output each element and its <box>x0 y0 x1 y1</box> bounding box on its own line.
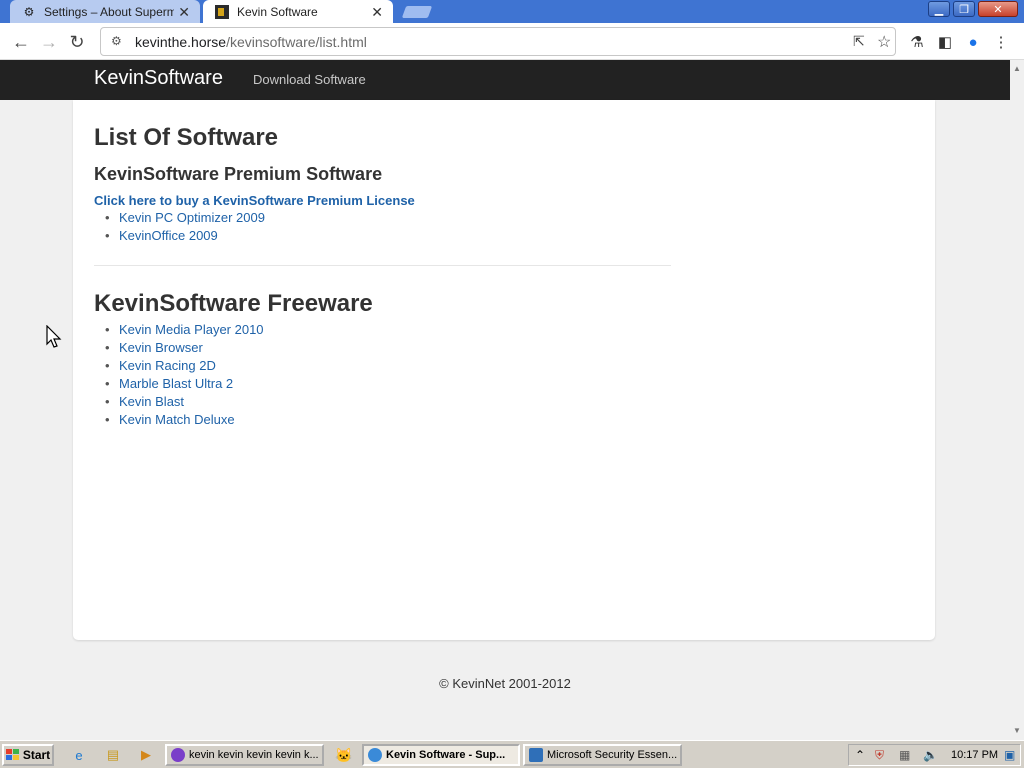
page-viewport: KevinSoftware Download Software List Of … <box>0 60 1024 740</box>
bullet: • <box>105 394 110 409</box>
site-info-icon[interactable]: ⚙ <box>111 34 122 48</box>
close-icon[interactable]: ✕ <box>178 4 190 21</box>
browser-toolbar: ← → ↻ ⚙ kevinthe.horse/kevinsoftware/lis… <box>0 23 1024 60</box>
url-path: /kevinsoftware/list.html <box>226 34 367 50</box>
tab-title: Kevin Software <box>237 4 318 19</box>
scroll-down-icon[interactable]: ▼ <box>1013 726 1021 735</box>
address-bar[interactable]: ⚙ kevinthe.horse/kevinsoftware/list.html… <box>100 27 896 56</box>
bullet: • <box>105 322 110 337</box>
list-item: • Kevin Match Deluxe <box>105 412 264 430</box>
software-link[interactable]: Marble Blast Ultra 2 <box>119 376 233 391</box>
url-text[interactable]: kevinthe.horse/kevinsoftware/list.html <box>135 34 367 50</box>
desktop-icon[interactable]: ▣ <box>1004 748 1015 762</box>
footer: © KevinNet 2001-2012 <box>439 676 571 691</box>
software-link[interactable]: Kevin Match Deluxe <box>119 412 235 427</box>
start-button[interactable]: Start <box>2 744 54 766</box>
gear-icon: ⚙ <box>23 4 35 19</box>
software-link[interactable]: Kevin Browser <box>119 340 203 355</box>
browser-icon <box>171 748 185 762</box>
freeware-heading: KevinSoftware Freeware <box>94 290 373 317</box>
close-icon[interactable]: ✕ <box>371 4 383 21</box>
back-arrow-icon[interactable]: ← <box>10 31 32 53</box>
list-item: • Kevin Browser <box>105 340 264 358</box>
minimize-button[interactable]: ▁ <box>928 1 950 17</box>
task-label: kevin kevin kevin kevin k... <box>189 749 319 761</box>
site-favicon-icon <box>215 4 229 19</box>
forward-arrow-icon[interactable]: → <box>38 31 60 53</box>
shield-icon[interactable]: ⛨ <box>875 748 884 763</box>
reload-icon[interactable]: ↻ <box>66 31 88 53</box>
taskbar-item-security-essentials[interactable]: Microsoft Security Essen... <box>523 744 682 766</box>
premium-heading: KevinSoftware Premium Software <box>94 164 383 184</box>
side-panel-icon[interactable]: ◧ <box>934 31 956 53</box>
menu-dots-icon[interactable]: ⋮ <box>990 31 1012 53</box>
flask-icon[interactable]: ⚗ <box>906 31 928 53</box>
bullet: • <box>105 210 110 225</box>
cat-icon: 🐱 <box>335 746 353 763</box>
software-link[interactable]: Kevin Media Player 2010 <box>119 322 264 337</box>
bullet: • <box>105 228 110 243</box>
taskbar-item-kevin[interactable]: kevin kevin kevin kevin k... <box>165 744 324 766</box>
list-item: • Kevin Blast <box>105 394 264 412</box>
taskbar-item-kevin-software[interactable]: Kevin Software - Sup... <box>362 744 520 766</box>
list-item: • Kevin PC Optimizer 2009 <box>105 210 265 228</box>
site-brand[interactable]: KevinSoftware <box>94 67 223 90</box>
windows-logo-icon <box>5 749 19 760</box>
list-item: • Kevin Racing 2D <box>105 358 264 376</box>
taskbar-item-cat[interactable]: 🐱 <box>333 744 355 766</box>
bookmark-star-icon[interactable]: ☆ <box>877 32 891 52</box>
buy-license-link[interactable]: Click here to buy a KevinSoftware Premiu… <box>94 193 415 208</box>
scrollbar[interactable]: ▲ ▼ <box>1010 60 1024 740</box>
tab-kevin-software[interactable]: Kevin Software ✕ <box>203 0 393 23</box>
tab-settings[interactable]: ⚙ Settings – About Supermium ✕ <box>10 0 200 23</box>
share-icon[interactable]: ⇱ <box>853 33 865 50</box>
software-link[interactable]: KevinOffice 2009 <box>119 228 218 243</box>
bullet: • <box>105 412 110 427</box>
content-panel: List Of Software KevinSoftware Premium S… <box>73 100 935 640</box>
task-label: Microsoft Security Essen... <box>547 749 678 761</box>
tab-title: Settings – About Supermium <box>44 4 174 19</box>
software-link[interactable]: Kevin Racing 2D <box>119 358 216 373</box>
window-close-button[interactable]: ✕ <box>978 1 1018 17</box>
task-label: Kevin Software - Sup... <box>386 749 506 761</box>
list-item: • Marble Blast Ultra 2 <box>105 376 264 394</box>
bullet: • <box>105 358 110 373</box>
bullet: • <box>105 376 110 391</box>
software-link[interactable]: Kevin PC Optimizer 2009 <box>119 210 265 225</box>
list-item: • KevinOffice 2009 <box>105 228 265 246</box>
url-host: kevinthe.horse <box>135 34 227 50</box>
site-navbar: KevinSoftware Download Software <box>0 60 1010 100</box>
system-tray: ⌃ ⛨ ▦ 🔈 10:17 PM ▣ <box>848 744 1021 766</box>
nav-download-software[interactable]: Download Software <box>253 72 366 87</box>
clock[interactable]: 10:17 PM <box>951 749 998 761</box>
internet-explorer-icon[interactable]: e <box>70 746 88 764</box>
page-title: List Of Software <box>94 124 279 151</box>
divider <box>94 265 671 266</box>
security-icon <box>529 748 543 762</box>
browser-icon <box>368 748 382 762</box>
profile-icon[interactable]: ● <box>962 31 984 53</box>
folder-icon[interactable]: ▤ <box>104 746 122 764</box>
new-tab-button[interactable] <box>401 6 433 18</box>
bullet: • <box>105 340 110 355</box>
mouse-cursor-icon <box>46 325 62 348</box>
premium-list: • Kevin PC Optimizer 2009 • KevinOffice 20… <box>105 210 265 246</box>
start-label: Start <box>22 748 51 762</box>
taskbar: Start e ▤ ▶ kevin kevin kevin kevin k...… <box>0 740 1024 768</box>
tab-strip: ⚙ Settings – About Supermium ✕ Kevin Sof… <box>0 0 1024 23</box>
software-link[interactable]: Kevin Blast <box>119 394 184 409</box>
maximize-button[interactable]: ❐ <box>953 1 975 17</box>
volume-icon[interactable]: 🔈 <box>923 748 938 762</box>
freeware-list: • Kevin Media Player 2010 • Kevin Browser … <box>105 322 264 430</box>
tray-expand-icon[interactable]: ⌃ <box>855 748 865 762</box>
media-player-icon[interactable]: ▶ <box>137 746 155 764</box>
network-icon[interactable]: ▦ <box>899 748 910 762</box>
scroll-up-icon[interactable]: ▲ <box>1013 64 1021 73</box>
list-item: • Kevin Media Player 2010 <box>105 322 264 340</box>
